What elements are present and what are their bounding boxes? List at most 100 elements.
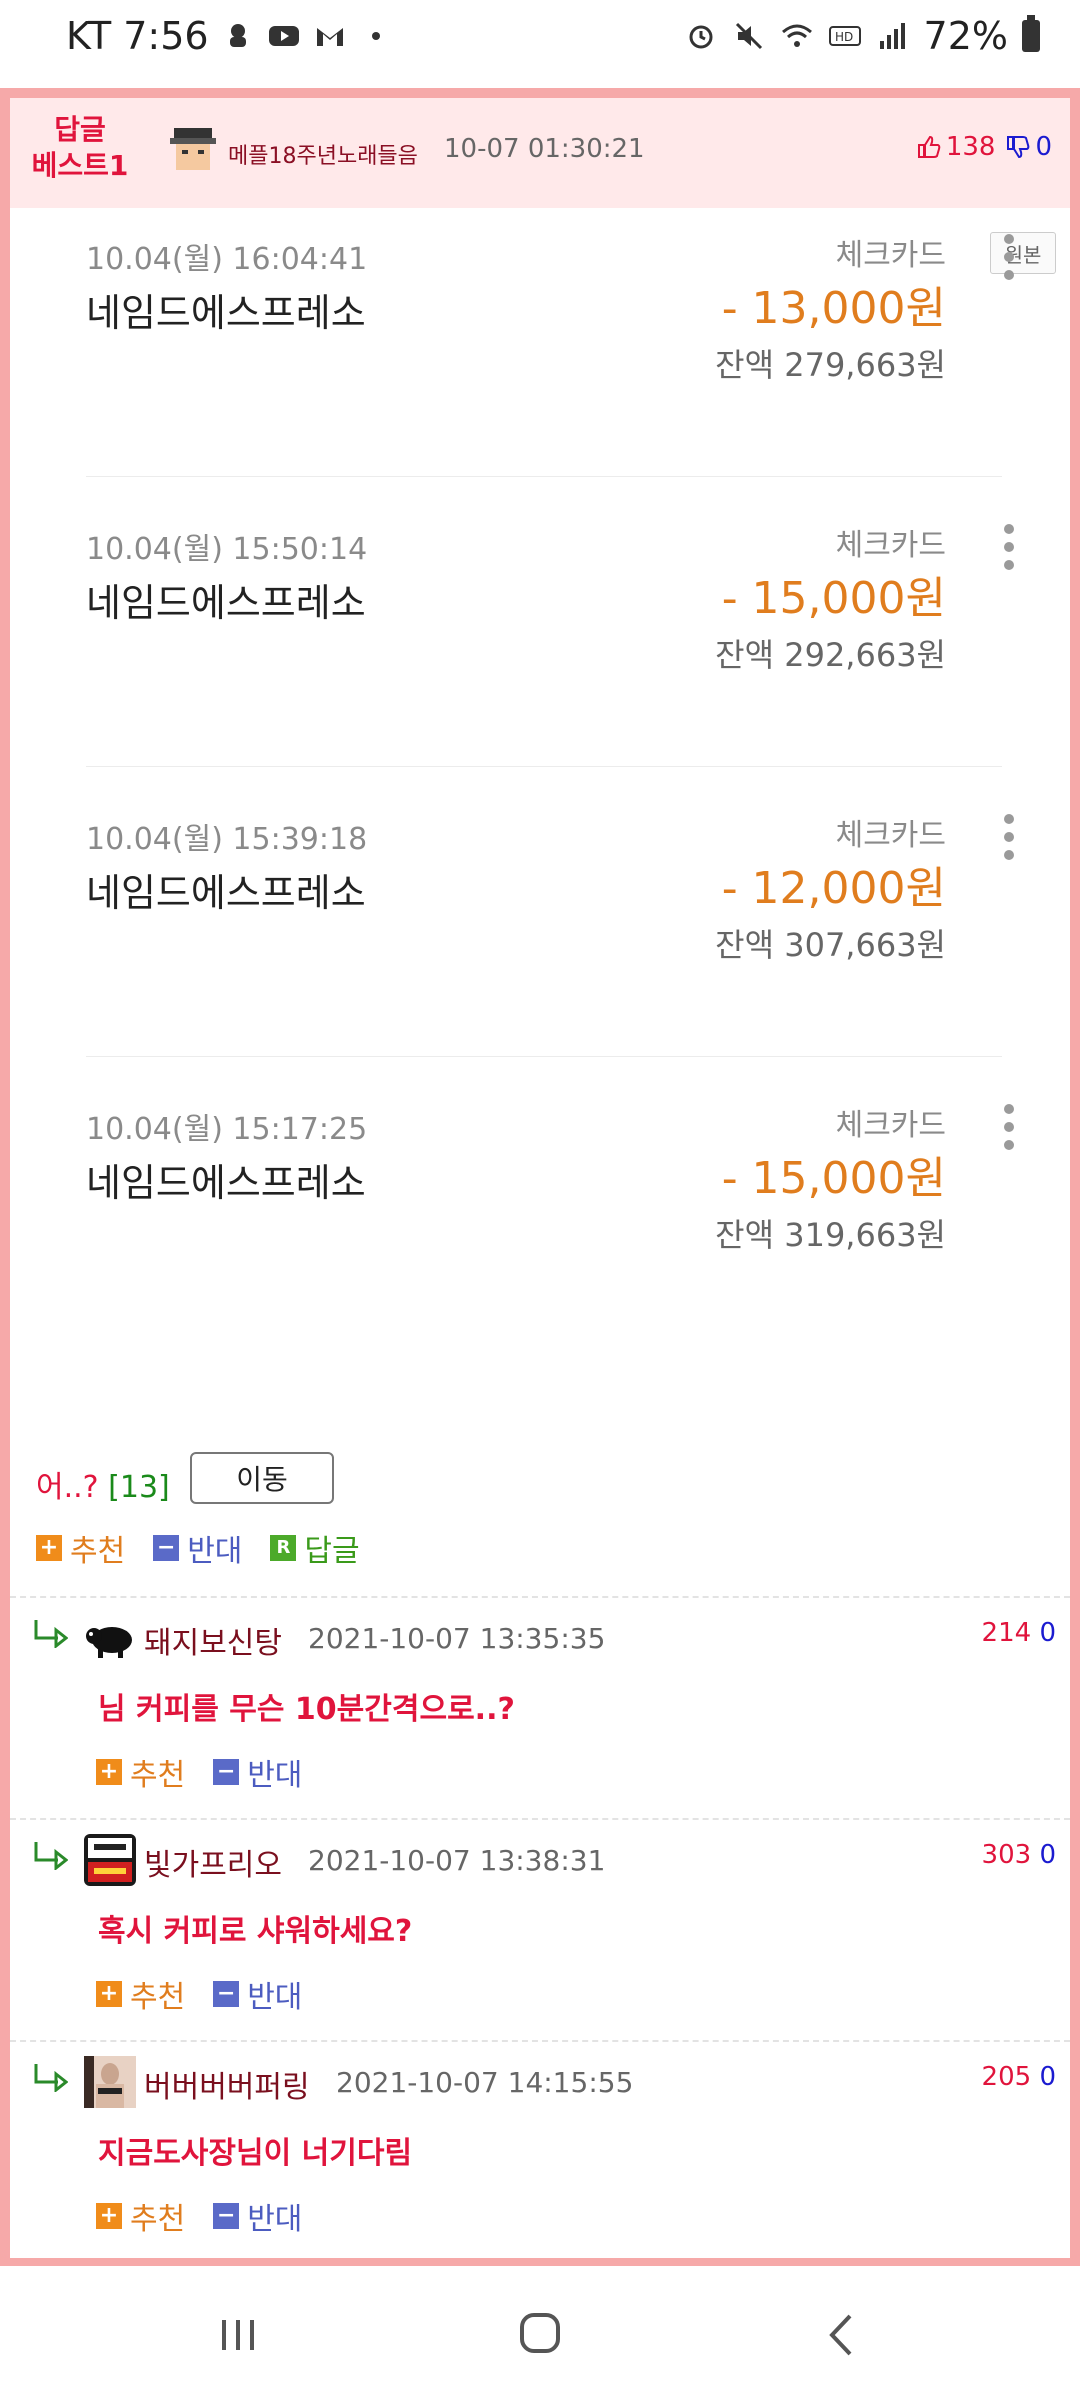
best-reply-card: 답글 베스트1 메플18주년노래들음 10-07 01:30:21 138 0 …: [10, 98, 1070, 2258]
reply-r-icon: R: [270, 1535, 297, 1561]
transaction-amount: - 12,000원: [721, 863, 946, 914]
recommend-label: 추천: [130, 2202, 186, 2237]
reply-button[interactable]: R 답글: [270, 1526, 360, 1570]
more-vertical-icon[interactable]: [1004, 814, 1016, 864]
transaction-amount: - 15,000원: [721, 573, 946, 624]
more-vertical-icon[interactable]: [1004, 524, 1016, 574]
transaction-merchant: 네임드에스프레소: [86, 871, 366, 915]
comment-text: 지금도사장님이 너기다림: [98, 2136, 413, 2171]
comment-down-count: 0: [1039, 2062, 1056, 2092]
author-nickname[interactable]: 메플18주년노래들음: [228, 138, 418, 170]
minus-icon: −: [213, 1981, 240, 2007]
move-button[interactable]: 이동: [190, 1452, 334, 1504]
thumbs-up-icon[interactable]: [916, 134, 942, 160]
transaction-card-type: 체크카드: [835, 528, 946, 563]
home-icon[interactable]: [510, 2310, 570, 2360]
transaction-item: 10.04(월) 16:04:41 네임드에스프레소 체크카드 - 13,000…: [86, 234, 1016, 484]
transaction-balance: 잔액 319,663원: [715, 1216, 946, 1254]
transaction-balance: 잔액 279,663원: [715, 346, 946, 384]
comment-text: 혹시 커피로 샤워하세요?: [98, 1914, 413, 1949]
thread-comment-count: [13]: [108, 1470, 170, 1505]
transaction-merchant: 네임드에스프레소: [86, 581, 366, 625]
more-vertical-icon[interactable]: [1004, 234, 1016, 284]
comment-up-count: 214: [981, 1618, 1032, 1648]
thread-title-text: 어..?: [36, 1470, 99, 1505]
best-badge-line1: 답글: [54, 113, 106, 146]
commenter-avatar[interactable]: [84, 1612, 136, 1664]
mute-icon: [735, 22, 762, 50]
alarm-icon: [689, 25, 713, 49]
best-reply-frame: 답글 베스트1 메플18주년노래들음 10-07 01:30:21 138 0 …: [0, 88, 1080, 2266]
status-carrier-time: KT 7:56: [66, 14, 209, 58]
comment-down-count: 0: [1039, 1840, 1056, 1870]
comment-item: 돼지보신탕 2021-10-07 13:35:35 214 0 님 커피를 무슨…: [10, 1600, 1070, 1820]
gmail-icon: [316, 28, 343, 46]
commenter-avatar[interactable]: [84, 2056, 136, 2108]
commenter-avatar[interactable]: [84, 1834, 136, 1886]
hd-voice-icon: HD: [828, 26, 861, 46]
comment-datetime: 2021-10-07 14:15:55: [336, 2066, 634, 2099]
transaction-amount: - 13,000원: [721, 283, 946, 334]
comment-down-count: 0: [1039, 1618, 1056, 1648]
oppose-label: 반대: [247, 1758, 303, 1793]
notification-app-icon: [229, 24, 246, 47]
divider: [86, 766, 1002, 767]
battery-percent: 72%: [923, 14, 1008, 58]
oppose-label: 반대: [187, 1534, 243, 1569]
commenter-nickname[interactable]: 빛가프리오: [144, 1840, 282, 1884]
recommend-button[interactable]: + 추천: [96, 1750, 185, 1794]
transaction-item: 10.04(월) 15:50:14 네임드에스프레소 체크카드 - 15,000…: [86, 524, 1016, 774]
post-header: 답글 베스트1 메플18주년노래들음 10-07 01:30:21 138 0: [10, 98, 1070, 208]
thread-title[interactable]: 어..? [13]: [36, 1462, 170, 1506]
post-actions: + 추천 − 반대 R 답글: [36, 1526, 360, 1570]
plus-icon: +: [36, 1535, 62, 1561]
transaction-balance: 잔액 292,663원: [715, 636, 946, 674]
reply-arrow-icon: [34, 1620, 68, 1648]
plus-icon: +: [96, 1759, 122, 1785]
divider: [86, 476, 1002, 477]
transaction-card-type: 체크카드: [835, 818, 946, 853]
transaction-card-type: 체크카드: [835, 238, 946, 273]
oppose-button[interactable]: − 반대: [153, 1526, 242, 1570]
comment-text: 님 커피를 무슨 10분간격으로..?: [98, 1692, 515, 1727]
transaction-card-type: 체크카드: [835, 1108, 946, 1143]
comment-datetime: 2021-10-07 13:38:31: [308, 1844, 606, 1877]
comment-votes: 303 0: [982, 1840, 1056, 1870]
comment-up-count: 303: [981, 1840, 1032, 1870]
recent-apps-icon[interactable]: [208, 2310, 268, 2360]
back-icon[interactable]: [812, 2310, 872, 2360]
recommend-button[interactable]: + 추천: [36, 1526, 125, 1570]
reply-label: 답글: [304, 1534, 360, 1569]
commenter-nickname[interactable]: 버버버버퍼링: [144, 2062, 310, 2106]
author-avatar[interactable]: [166, 124, 220, 178]
recommend-label: 추천: [130, 1980, 186, 2015]
transaction-merchant: 네임드에스프레소: [86, 291, 366, 335]
comment-divider: [10, 2040, 1070, 2042]
comment-actions: + 추천 − 반대: [96, 1972, 302, 2016]
commenter-nickname[interactable]: 돼지보신탕: [144, 1618, 282, 1662]
transaction-item: 10.04(월) 15:39:18 네임드에스프레소 체크카드 - 12,000…: [86, 814, 1016, 1064]
more-vertical-icon[interactable]: [1004, 1104, 1016, 1154]
transaction-datetime: 10.04(월) 15:50:14: [86, 532, 368, 567]
transaction-amount: - 15,000원: [721, 1153, 946, 1204]
status-bar: KT 7:56 HD 72%: [0, 0, 1080, 80]
transaction-merchant: 네임드에스프레소: [86, 1161, 366, 1205]
post-up-count: 138: [945, 132, 996, 162]
comment-actions: + 추천 − 반대: [96, 2194, 302, 2238]
oppose-button[interactable]: − 반대: [213, 1750, 302, 1794]
recommend-button[interactable]: + 추천: [96, 1972, 185, 2016]
minus-icon: −: [213, 2203, 240, 2229]
oppose-label: 반대: [247, 2202, 303, 2237]
transaction-item: 10.04(월) 15:17:25 네임드에스프레소 체크카드 - 15,000…: [86, 1104, 1016, 1354]
plus-icon: +: [96, 2203, 122, 2229]
reply-arrow-icon: [34, 1842, 68, 1870]
more-notifications-dot-icon: [371, 32, 380, 40]
recommend-button[interactable]: + 추천: [96, 2194, 185, 2238]
svg-text:HD: HD: [835, 30, 853, 44]
thumbs-down-icon[interactable]: [1005, 134, 1031, 160]
minus-icon: −: [153, 1535, 180, 1561]
comment-datetime: 2021-10-07 13:35:35: [308, 1622, 606, 1655]
recommend-label: 추천: [70, 1534, 126, 1569]
oppose-button[interactable]: − 반대: [213, 2194, 302, 2238]
oppose-button[interactable]: − 반대: [213, 1972, 302, 2016]
